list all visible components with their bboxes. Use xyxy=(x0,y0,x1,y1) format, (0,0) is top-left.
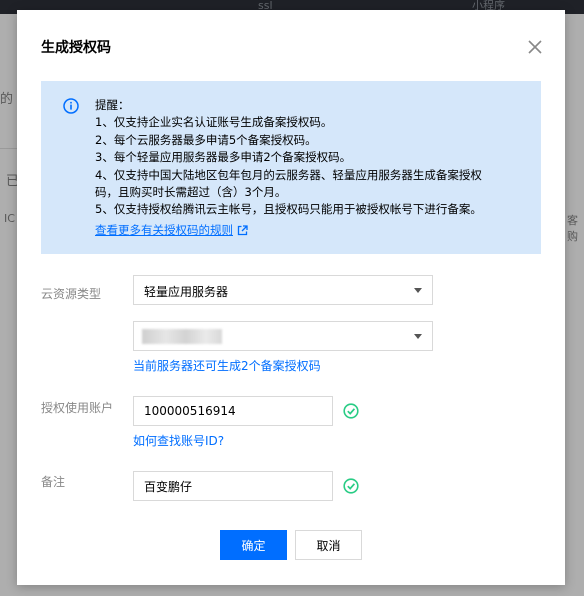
notice-heading: 提醒： xyxy=(95,98,130,112)
dialog-title: 生成授权码 xyxy=(41,40,111,56)
notice-body: 提醒： 1、仅支持企业实名认证账号生成备案授权码。 2、每个云服务器最多申请5个… xyxy=(95,97,525,239)
external-link-icon xyxy=(237,225,248,236)
resource-type-select[interactable]: 轻量应用服务器 xyxy=(133,275,433,305)
notice-line: 码，且购买时长需超过（含）3个月。 xyxy=(95,185,287,200)
chevron-down-icon xyxy=(414,288,422,293)
info-icon xyxy=(63,98,79,114)
confirm-button[interactable]: 确定 xyxy=(220,530,287,560)
chevron-down-icon xyxy=(414,334,422,339)
check-circle-icon xyxy=(343,478,359,494)
notice-box: 提醒： 1、仅支持企业实名认证账号生成备案授权码。 2、每个云服务器最多申请5个… xyxy=(41,81,541,254)
remark-input[interactable] xyxy=(133,471,333,501)
remaining-codes-hint: 当前服务器还可生成2个备案授权码 xyxy=(133,359,321,373)
notice-line: 3、每个轻量应用服务器最多申请2个备案授权码。 xyxy=(95,150,352,165)
auth-code-rules-link[interactable]: 查看更多有关授权码的规则 xyxy=(95,222,248,239)
remark-label: 备注 xyxy=(41,475,66,489)
generate-auth-code-dialog: 生成授权码 提醒： 1、仅支持企业实名认证账号生成备案授权码。 2、每个云服务器… xyxy=(17,10,565,585)
resource-type-label: 云资源类型 xyxy=(41,287,102,301)
close-icon xyxy=(528,40,542,54)
notice-line: 1、仅支持企业实名认证账号生成备案授权码。 xyxy=(95,115,333,130)
notice-line: 4、仅支持中国大陆地区包年包月的云服务器、轻量应用服务器生成备案授权 xyxy=(95,167,482,182)
account-input[interactable] xyxy=(133,396,333,426)
close-button[interactable] xyxy=(525,37,545,57)
resource-type-value: 轻量应用服务器 xyxy=(144,285,229,299)
find-account-id-link[interactable]: 如何查找账号ID? xyxy=(133,432,224,449)
auth-code-rules-link-text: 查看更多有关授权码的规则 xyxy=(95,222,233,237)
notice-line: 2、每个云服务器最多申请5个备案授权码。 xyxy=(95,132,317,147)
instance-select[interactable] xyxy=(133,321,433,351)
account-label: 授权使用账户 xyxy=(41,401,114,415)
check-circle-icon xyxy=(343,403,359,419)
cancel-button[interactable]: 取消 xyxy=(295,530,362,560)
notice-line: 5、仅支持授权给腾讯云主帐号，且授权码只能用于被授权帐号下进行备案。 xyxy=(95,202,482,217)
instance-value-redacted xyxy=(142,329,222,344)
